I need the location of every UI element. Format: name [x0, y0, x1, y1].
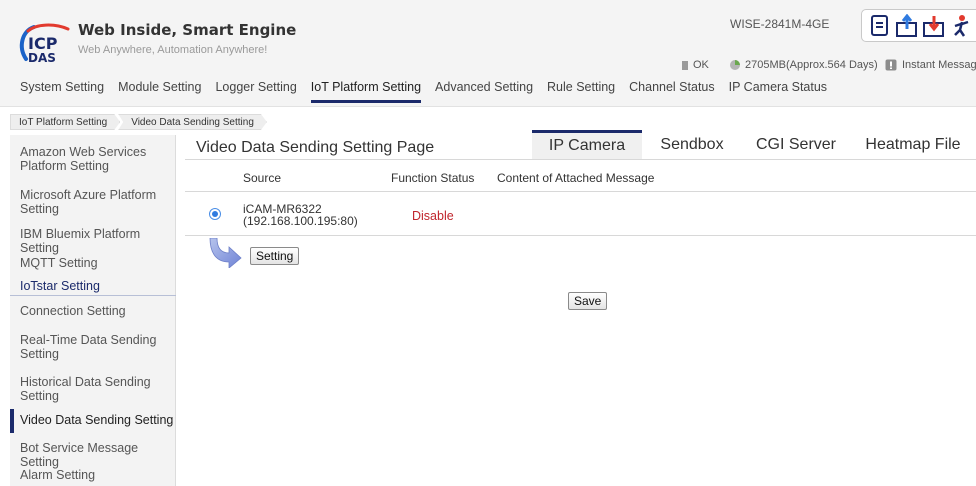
- breadcrumb-iot-platform-setting[interactable]: IoT Platform Setting: [10, 114, 120, 130]
- column-attached-message: Content of Attached Message: [497, 171, 655, 185]
- sidebar: Amazon Web Services Platform Setting Mic…: [10, 135, 176, 486]
- save-button[interactable]: Save: [568, 292, 608, 310]
- logo-text-bottom: DAS: [28, 51, 56, 65]
- upload-icon[interactable]: [895, 13, 919, 38]
- download-icon[interactable]: [922, 14, 946, 38]
- sidebar-item-video-data-sending[interactable]: Video Data Sending Setting: [10, 409, 176, 433]
- sidebar-item-connection[interactable]: Connection Setting: [10, 304, 176, 318]
- page-title: Video Data Sending Setting Page: [196, 139, 435, 156]
- sidebar-item-real-time-data-sending[interactable]: Real-Time Data Sending Setting: [10, 333, 176, 361]
- tab-ip-camera[interactable]: IP Camera: [532, 130, 642, 159]
- nav-module-setting[interactable]: Module Setting: [118, 80, 201, 103]
- storage-status: 2705MB(Approx.564 Days): [729, 58, 878, 72]
- battery-icon: [682, 60, 688, 70]
- nav-iot-platform-setting[interactable]: IoT Platform Setting: [310, 80, 422, 103]
- sidebar-item-ibm-bluemix[interactable]: IBM Bluemix Platform Setting: [10, 227, 176, 255]
- ok-label: OK: [693, 59, 709, 71]
- pie-chart-icon: [730, 60, 740, 70]
- breadcrumb: IoT Platform Setting Video Data Sending …: [10, 114, 267, 130]
- instant-message-label: Instant Message: [902, 59, 976, 71]
- camera-select-radio[interactable]: [209, 208, 221, 220]
- message-icon: [885, 59, 897, 71]
- table-row[interactable]: iCAM-MR6322 (192.168.100.195:80) Disable: [185, 193, 976, 236]
- tab-heatmap-file[interactable]: Heatmap File: [850, 130, 976, 159]
- tab-sendbox[interactable]: Sendbox: [642, 130, 742, 159]
- ok-status: OK: [681, 58, 709, 72]
- tab-cgi-server[interactable]: CGI Server: [742, 130, 850, 159]
- brand-title: Web Inside, Smart Engine: [78, 21, 297, 39]
- nav-advanced-setting[interactable]: Advanced Setting: [435, 80, 533, 103]
- camera-function-status: Disable: [412, 209, 454, 223]
- instant-message[interactable]: Instant Message: [885, 58, 976, 72]
- table-header: Source Function Status Content of Attach…: [185, 160, 976, 192]
- sidebar-group-iotstar[interactable]: IoTstar Setting: [10, 279, 176, 296]
- nav-rule-setting[interactable]: Rule Setting: [547, 80, 615, 103]
- storage-label: 2705MB(Approx.564 Days): [745, 59, 878, 71]
- nav-logger-setting[interactable]: Logger Setting: [215, 80, 296, 103]
- logout-icon[interactable]: [949, 14, 973, 38]
- nav-ip-camera-status[interactable]: IP Camera Status: [729, 80, 827, 103]
- sidebar-item-historical-data-sending[interactable]: Historical Data Sending Setting: [10, 375, 176, 403]
- column-function-status: Function Status: [391, 171, 475, 185]
- top-icon-group: [861, 9, 976, 42]
- sidebar-item-alarm[interactable]: Alarm Setting: [10, 468, 176, 482]
- nav-system-setting[interactable]: System Setting: [20, 80, 104, 103]
- camera-source: iCAM-MR6322 (192.168.100.195:80): [243, 203, 358, 227]
- nav-channel-status[interactable]: Channel Status: [629, 80, 714, 103]
- curved-arrow-icon: [209, 238, 242, 268]
- header: ICP DAS Web Inside, Smart Engine Web Any…: [0, 0, 976, 107]
- main-nav: System Setting Module Setting Logger Set…: [20, 80, 841, 103]
- tab-bar: IP Camera Sendbox CGI Server Heatmap Fil…: [532, 130, 976, 159]
- device-model: WISE-2841M-4GE: [730, 17, 830, 31]
- sidebar-item-microsoft-azure[interactable]: Microsoft Azure Platform Setting: [10, 188, 176, 216]
- document-icon[interactable]: [868, 14, 892, 38]
- sidebar-item-bot-service-message[interactable]: Bot Service Message Setting: [10, 441, 176, 469]
- breadcrumb-video-data-sending-setting[interactable]: Video Data Sending Setting: [118, 114, 267, 130]
- camera-address: (192.168.100.195:80): [243, 214, 358, 228]
- column-source: Source: [243, 171, 282, 185]
- icpdas-logo: ICP DAS: [19, 23, 70, 65]
- brand-subtitle: Web Anywhere, Automation Anywhere!: [78, 44, 268, 56]
- sidebar-item-amazon-web-services[interactable]: Amazon Web Services Platform Setting: [10, 145, 176, 173]
- setting-button[interactable]: Setting: [250, 247, 300, 265]
- sidebar-item-mqtt[interactable]: MQTT Setting: [10, 256, 176, 270]
